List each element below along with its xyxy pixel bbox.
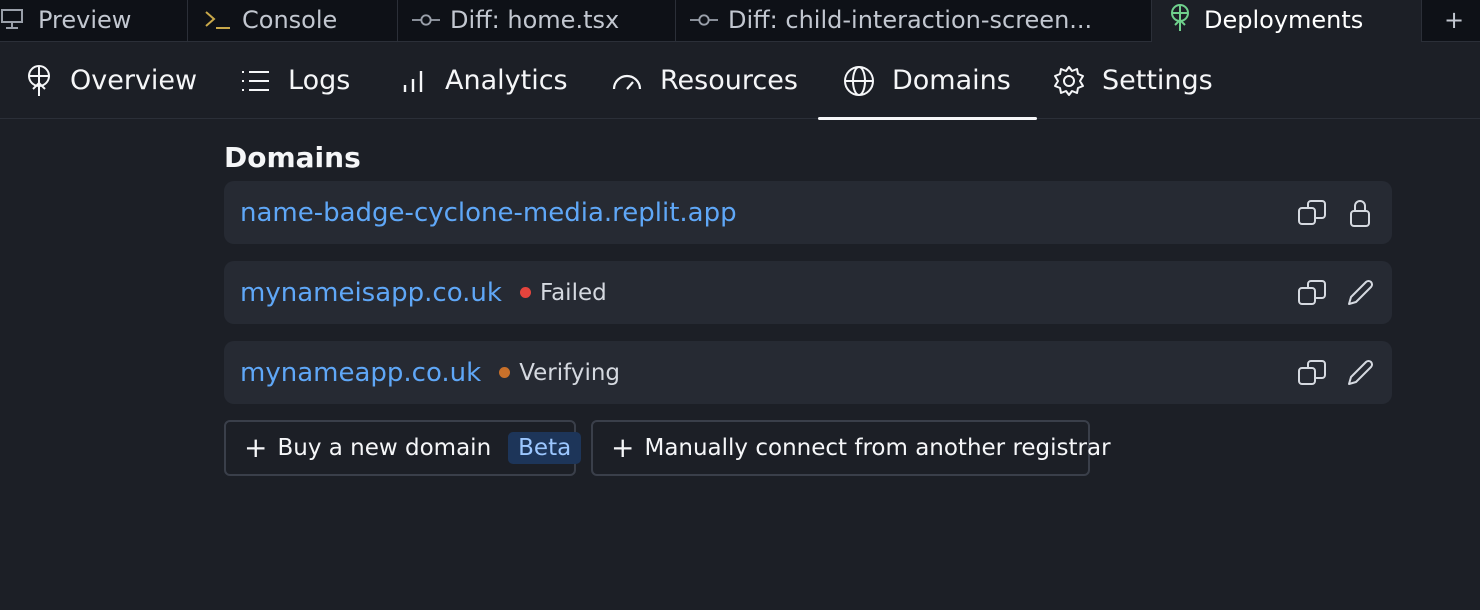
buy-domain-label: Buy a new domain <box>277 435 492 461</box>
domain-link[interactable]: mynameisapp.co.uk <box>240 278 502 308</box>
row-actions <box>1280 181 1376 244</box>
nav-settings[interactable]: Settings <box>1053 42 1213 119</box>
tab-label: Diff: child-interaction-screen... <box>728 6 1093 34</box>
nav-label: Resources <box>660 65 798 96</box>
list-icon <box>242 70 269 91</box>
copy-icon[interactable] <box>1296 357 1328 389</box>
tab-label: Diff: home.tsx <box>450 6 620 34</box>
domain-row: name-badge-cyclone-media.replit.app <box>224 181 1392 244</box>
nav-analytics[interactable]: Analytics <box>402 42 568 119</box>
domain-row: mynameisapp.co.uk Failed <box>224 261 1392 324</box>
git-commit-icon <box>412 8 440 32</box>
pencil-icon[interactable] <box>1344 357 1376 389</box>
row-actions <box>1280 341 1376 404</box>
pencil-icon[interactable] <box>1344 277 1376 309</box>
buy-domain-button[interactable]: + Buy a new domain Beta <box>224 420 582 476</box>
connect-registrar-label: Manually connect from another registrar <box>644 435 1111 461</box>
gear-icon <box>1054 65 1084 96</box>
deployment-nav: Overview Logs Analytics Resources Domain… <box>0 42 1480 120</box>
status-dot <box>519 287 531 298</box>
status-dot <box>499 367 511 378</box>
status-text: Verifying <box>519 359 621 386</box>
bar-chart-icon <box>403 70 423 92</box>
tab-label: Console <box>242 6 338 34</box>
new-tab-button[interactable]: + <box>1422 0 1480 42</box>
tab-diff-child-interaction[interactable]: Diff: child-interaction-screen... <box>676 0 1152 42</box>
tab-preview[interactable]: Preview <box>0 0 188 42</box>
beta-badge: Beta <box>508 432 582 464</box>
nav-label: Overview <box>70 65 198 96</box>
tab-label: Deployments <box>1204 6 1364 34</box>
globe-icon <box>844 65 874 96</box>
tab-diff-home[interactable]: Diff: home.tsx <box>398 0 676 42</box>
nav-resources[interactable]: Resources <box>611 42 798 119</box>
status-text: Failed <box>539 279 607 306</box>
plus-icon: + <box>244 431 268 464</box>
status-badge: Verifying <box>499 360 620 386</box>
nav-label: Logs <box>288 65 351 96</box>
lock-icon[interactable] <box>1344 197 1376 229</box>
copy-icon[interactable] <box>1296 197 1328 229</box>
domain-row: mynameapp.co.uk Verifying <box>224 341 1392 404</box>
copy-icon[interactable] <box>1296 277 1328 309</box>
git-commit-icon <box>690 8 718 32</box>
nav-logs[interactable]: Logs <box>241 42 350 119</box>
domain-link[interactable]: name-badge-cyclone-media.replit.app <box>240 198 737 228</box>
row-actions <box>1280 261 1376 324</box>
status-badge: Failed <box>519 279 607 306</box>
nav-label: Settings <box>1102 65 1213 96</box>
tab-deployments[interactable]: Deployments <box>1152 0 1422 42</box>
gauge-icon <box>612 74 642 90</box>
section-title: Domains <box>224 141 361 174</box>
monitor-icon <box>0 8 28 32</box>
deployments-icon <box>28 64 50 96</box>
nav-label: Analytics <box>445 65 568 96</box>
editor-tab-strip: Preview Console Diff: home.tsx Diff: chi… <box>0 0 1480 42</box>
nav-label: Domains <box>892 65 1011 96</box>
plus-icon: + <box>611 431 635 464</box>
connect-registrar-button[interactable]: + Manually connect from another registra… <box>591 420 1111 476</box>
nav-overview[interactable]: Overview <box>25 42 197 119</box>
terminal-icon <box>204 8 232 32</box>
nav-domains[interactable]: Domains <box>818 42 1037 120</box>
deployments-icon <box>1166 4 1194 32</box>
plus-icon: + <box>1444 6 1465 34</box>
domain-link[interactable]: mynameapp.co.uk <box>240 358 481 388</box>
tab-label: Preview <box>38 6 132 34</box>
tab-console[interactable]: Console <box>188 0 398 42</box>
